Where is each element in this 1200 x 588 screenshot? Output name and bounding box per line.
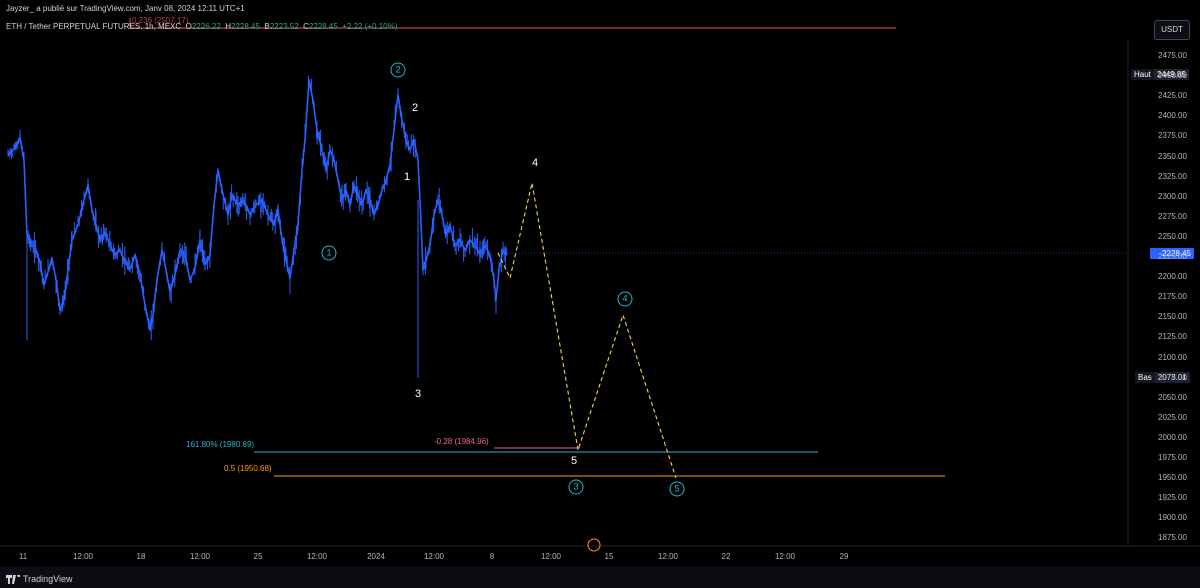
- time-tick: 18: [136, 552, 146, 561]
- time-tick: 12:00: [72, 552, 94, 561]
- circled-wave-4: 4: [617, 291, 633, 307]
- price-tick: 2375.00: [1158, 131, 1187, 141]
- time-tick: 2024: [367, 552, 385, 561]
- price-tick: 1875.00: [1158, 533, 1187, 543]
- time-tick: 11: [18, 552, 28, 561]
- price-change: +2.22 (+0.10%): [342, 22, 398, 31]
- time-tick: 12:00: [306, 552, 328, 561]
- circled-wave-3: 3: [568, 479, 584, 495]
- event-marker-icon: [587, 538, 601, 552]
- price-tick: 1925.00: [1158, 493, 1187, 503]
- time-tick: 25: [253, 552, 263, 561]
- price-tick: 2175.00: [1158, 292, 1187, 302]
- footer-bar: [0, 566, 1200, 588]
- tradingview-brand[interactable]: TradingView: [6, 574, 73, 584]
- price-tick: 2475.00: [1158, 51, 1187, 60]
- symbol-legend: ETH / Tether PERPETUAL FUTURES, 1h, MEXC…: [6, 22, 397, 32]
- wave-label-1: 1: [403, 171, 411, 183]
- price-tick: 2300.00: [1158, 191, 1187, 201]
- ohlc-low: 2223.52: [269, 22, 299, 31]
- price-tick: 2000.00: [1158, 432, 1187, 442]
- price-tick: 2200.00: [1158, 272, 1187, 282]
- price-tick: 2350.00: [1158, 151, 1187, 161]
- price-tick: 2150.00: [1158, 312, 1187, 322]
- circled-wave-1: 1: [321, 245, 337, 261]
- price-tick: 1975.00: [1158, 453, 1187, 462]
- brand-name: TradingView: [23, 574, 73, 584]
- price-tick: 2075.00: [1158, 372, 1187, 382]
- circled-wave-2: 2: [390, 62, 406, 78]
- price-tick: 2225.00: [1158, 252, 1187, 261]
- circled-wave-5: 5: [669, 481, 685, 497]
- price-tick: 2125.00: [1158, 332, 1187, 342]
- time-tick: 12:00: [423, 552, 445, 561]
- time-tick: 22: [721, 552, 731, 561]
- fib-negative-label: -0.28 (1984.96): [434, 437, 489, 446]
- wave-label-3: 3: [414, 388, 422, 400]
- price-tick: 1950.00: [1158, 473, 1187, 483]
- price-tick: 2250.00: [1158, 231, 1187, 241]
- price-tick: 1900.00: [1158, 513, 1187, 523]
- time-tick: 12:00: [540, 552, 562, 561]
- price-tick: 2100.00: [1158, 352, 1187, 362]
- symbol-name[interactable]: ETH / Tether PERPETUAL FUTURES, 1h, MEXC: [6, 22, 181, 31]
- wave-label-5: 5: [570, 455, 578, 467]
- time-tick: 12:00: [774, 552, 796, 561]
- wave-label-2: 2: [411, 102, 419, 114]
- price-tick: 2050.00: [1158, 392, 1187, 402]
- tradingview-logo-icon: [6, 574, 20, 584]
- time-tick: 12:00: [189, 552, 211, 561]
- wave-projection-path: [497, 182, 677, 479]
- price-tick: 2425.00: [1158, 91, 1187, 101]
- ohlc-high: 2228.45: [231, 22, 260, 31]
- ohlc-close: 2228.45: [308, 22, 338, 31]
- time-tick: 8: [489, 552, 495, 561]
- price-chart[interactable]: [0, 0, 1200, 588]
- currency-button[interactable]: USDT: [1154, 20, 1190, 40]
- publisher-info: Jayzer_ a publié sur TradingView.com, Ja…: [6, 4, 245, 13]
- price-tick: 2275.00: [1158, 211, 1187, 221]
- price-tick: 2325.00: [1158, 171, 1187, 181]
- low-label: Bas: [1135, 372, 1155, 383]
- high-label: Haut: [1131, 69, 1154, 80]
- price-tick: 2400.00: [1158, 111, 1187, 121]
- price-tick: 2450.00: [1158, 71, 1187, 81]
- fib-extension-label: 161.80% (1980.69): [186, 440, 255, 449]
- time-tick: 29: [839, 552, 849, 561]
- ohlc-open: 2226.22: [191, 22, 221, 31]
- time-tick: 12:00: [657, 552, 679, 561]
- candle-wicks: [7, 75, 508, 341]
- fib-half-label: 0.5 (1950.68): [224, 464, 272, 473]
- time-tick: 15: [604, 552, 614, 561]
- price-tick: 2025.00: [1158, 412, 1187, 422]
- wave-label-4: 4: [531, 157, 539, 169]
